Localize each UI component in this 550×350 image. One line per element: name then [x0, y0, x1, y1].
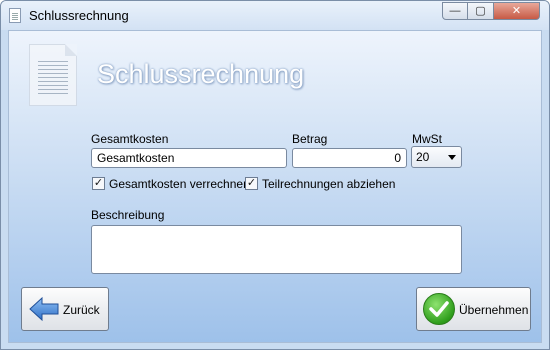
checkmark-icon: [423, 293, 455, 325]
page-title: Schlussrechnung: [97, 59, 305, 89]
gesamtkosten-field[interactable]: Gesamtkosten: [91, 148, 287, 168]
document-icon: [9, 8, 21, 23]
dialog-content: Schlussrechnung Gesamtkosten Gesamtkoste…: [8, 30, 542, 343]
mwst-select[interactable]: 20: [411, 146, 462, 168]
dialog-window: Schlussrechnung — ▢ ✕ Schlussrechnung Ge…: [0, 0, 550, 350]
verrechnen-checkbox[interactable]: ✓: [92, 177, 105, 190]
arrow-left-icon: [29, 296, 59, 325]
gesamtkosten-label: Gesamtkosten: [91, 132, 169, 146]
apply-button[interactable]: Übernehmen: [416, 287, 531, 331]
verrechnen-checkbox-row[interactable]: ✓ Gesamtkosten verrechnen: [92, 176, 250, 192]
teilrechnungen-checkbox-row[interactable]: ✓ Teilrechnungen abziehen: [245, 176, 395, 192]
beschreibung-textarea[interactable]: [91, 225, 462, 274]
document-icon: [29, 44, 77, 106]
back-button-label: Zurück: [63, 303, 100, 317]
chevron-down-icon: [448, 155, 456, 160]
teilrechnungen-checkbox[interactable]: ✓: [245, 177, 258, 190]
verrechnen-checkbox-label: Gesamtkosten verrechnen: [109, 177, 250, 191]
maximize-button[interactable]: ▢: [468, 2, 494, 20]
betrag-label: Betrag: [292, 132, 328, 146]
betrag-field[interactable]: 0: [292, 148, 407, 168]
title-bar[interactable]: Schlussrechnung — ▢ ✕: [1, 1, 549, 30]
mwst-selected-value: 20: [416, 150, 430, 164]
teilrechnungen-checkbox-label: Teilrechnungen abziehen: [262, 177, 396, 191]
minimize-button[interactable]: —: [442, 2, 468, 20]
close-button[interactable]: ✕: [494, 2, 540, 20]
back-button[interactable]: Zurück: [21, 287, 109, 331]
beschreibung-label: Beschreibung: [91, 208, 165, 222]
apply-button-label: Übernehmen: [459, 303, 529, 317]
window-title: Schlussrechnung: [29, 8, 129, 23]
mwst-label: MwSt: [412, 132, 442, 146]
